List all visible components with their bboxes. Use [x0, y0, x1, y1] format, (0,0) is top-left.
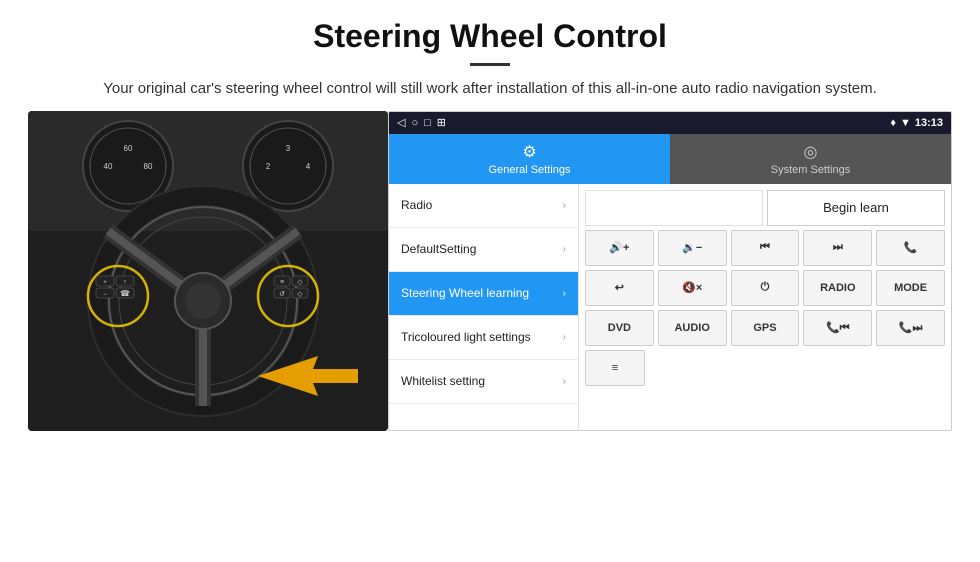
- tablet-ui: ◁ ○ □ ⊞ ♦ ▼ 13:13 ⚙ General Settings ◎ S…: [388, 111, 952, 431]
- content-area: Radio › DefaultSetting › Steering Wheel …: [389, 184, 951, 430]
- page-subtitle: Your original car's steering wheel contr…: [100, 78, 880, 101]
- svg-text:−: −: [103, 292, 107, 298]
- volume-up-button[interactable]: 🔊+: [585, 230, 654, 266]
- gps-label: GPS: [753, 322, 776, 334]
- svg-text:≡: ≡: [280, 279, 284, 286]
- dvd-button[interactable]: DVD: [585, 310, 654, 346]
- tab-bar: ⚙ General Settings ◎ System Settings: [389, 134, 951, 184]
- menu-item-default[interactable]: DefaultSetting ›: [389, 228, 578, 272]
- chevron-icon-tricoloured: ›: [563, 332, 566, 343]
- menu-item-steering[interactable]: Steering Wheel learning ›: [389, 272, 578, 316]
- status-time: 13:13: [915, 117, 943, 129]
- svg-text:4: 4: [306, 162, 311, 171]
- status-icons: ◁ ○ □ ⊞: [397, 116, 446, 129]
- volume-up-icon: 🔊+: [609, 241, 629, 254]
- end-call-icon: ↩: [615, 281, 624, 294]
- radio-button[interactable]: RADIO: [803, 270, 872, 306]
- main-content: 60 80 40 3 4 2: [0, 111, 980, 443]
- system-settings-icon: ◎: [804, 142, 818, 162]
- svg-text:↑: ↑: [123, 279, 127, 286]
- list-icon: ≡: [612, 362, 618, 374]
- menu-item-whitelist[interactable]: Whitelist setting ›: [389, 360, 578, 404]
- dvd-label: DVD: [608, 322, 631, 334]
- button-row-2: ↩ 🔇× ⏻ RADIO MODE: [585, 270, 945, 306]
- control-panel: Begin learn 🔊+ 🔉− ⏮ ⏭: [579, 184, 951, 430]
- list-button[interactable]: ≡: [585, 350, 645, 386]
- audio-button[interactable]: AUDIO: [658, 310, 727, 346]
- general-settings-icon: ⚙: [522, 142, 536, 162]
- status-bar: ◁ ○ □ ⊞ ♦ ▼ 13:13: [389, 112, 951, 134]
- prev-track-button[interactable]: ⏮: [731, 230, 800, 266]
- signal-icon: ▼: [900, 117, 911, 129]
- tab-system[interactable]: ◎ System Settings: [670, 134, 951, 184]
- button-row-4: ≡: [585, 350, 945, 386]
- chevron-icon-default: ›: [563, 244, 566, 255]
- svg-text:+: +: [103, 280, 107, 286]
- menu-item-radio[interactable]: Radio ›: [389, 184, 578, 228]
- volume-down-button[interactable]: 🔉−: [658, 230, 727, 266]
- home-nav-icon[interactable]: ○: [411, 117, 418, 129]
- status-right: ♦ ▼ 13:13: [890, 117, 943, 129]
- svg-text:80: 80: [144, 162, 153, 171]
- title-divider: [470, 63, 510, 66]
- mute-icon: 🔇×: [682, 281, 702, 294]
- empty-cell: [585, 190, 763, 226]
- call-icon: 📞: [904, 241, 918, 254]
- end-call-button[interactable]: ↩: [585, 270, 654, 306]
- tel-prev-icon: 📞⏮: [826, 321, 850, 335]
- begin-learn-row: Begin learn: [585, 190, 945, 226]
- screenshot-icon: ⊞: [437, 116, 446, 129]
- location-icon: ♦: [890, 117, 896, 129]
- power-icon: ⏻: [761, 281, 770, 294]
- svg-text:40: 40: [104, 162, 113, 171]
- recent-nav-icon[interactable]: □: [424, 117, 431, 129]
- svg-text:↺: ↺: [279, 291, 285, 298]
- radio-label: RADIO: [820, 282, 855, 294]
- page-header: Steering Wheel Control Your original car…: [0, 0, 980, 111]
- power-button[interactable]: ⏻: [731, 270, 800, 306]
- tel-prev-button[interactable]: 📞⏮: [803, 310, 872, 346]
- menu-item-tricoloured[interactable]: Tricoloured light settings ›: [389, 316, 578, 360]
- svg-text:◇: ◇: [297, 279, 303, 286]
- mode-label: MODE: [894, 282, 927, 294]
- button-row-3: DVD AUDIO GPS 📞⏮ 📞⏭: [585, 310, 945, 346]
- tel-next-icon: 📞⏭: [899, 321, 923, 335]
- settings-menu: Radio › DefaultSetting › Steering Wheel …: [389, 184, 579, 430]
- next-track-icon: ⏭: [833, 241, 843, 254]
- chevron-icon-steering: ›: [563, 288, 566, 299]
- mute-button[interactable]: 🔇×: [658, 270, 727, 306]
- button-row-1: 🔊+ 🔉− ⏮ ⏭ 📞: [585, 230, 945, 266]
- svg-text:◇: ◇: [297, 291, 303, 298]
- svg-text:2: 2: [266, 162, 271, 171]
- page-title: Steering Wheel Control: [40, 18, 940, 55]
- mode-button[interactable]: MODE: [876, 270, 945, 306]
- back-nav-icon[interactable]: ◁: [397, 116, 405, 129]
- chevron-icon-radio: ›: [563, 200, 566, 211]
- steering-wheel-image: 60 80 40 3 4 2: [28, 111, 388, 431]
- audio-label: AUDIO: [674, 322, 709, 334]
- svg-text:☎: ☎: [120, 289, 130, 298]
- call-button[interactable]: 📞: [876, 230, 945, 266]
- svg-text:3: 3: [286, 144, 291, 153]
- next-track-button[interactable]: ⏭: [803, 230, 872, 266]
- tel-next-button[interactable]: 📞⏭: [876, 310, 945, 346]
- volume-down-icon: 🔉−: [682, 241, 702, 254]
- tab-system-label: System Settings: [771, 164, 850, 176]
- tab-general-label: General Settings: [489, 164, 571, 176]
- chevron-icon-whitelist: ›: [563, 376, 566, 387]
- gps-button[interactable]: GPS: [731, 310, 800, 346]
- tab-general[interactable]: ⚙ General Settings: [389, 134, 670, 184]
- begin-learn-button[interactable]: Begin learn: [767, 190, 945, 226]
- prev-track-icon: ⏮: [760, 241, 770, 254]
- svg-text:60: 60: [124, 144, 133, 153]
